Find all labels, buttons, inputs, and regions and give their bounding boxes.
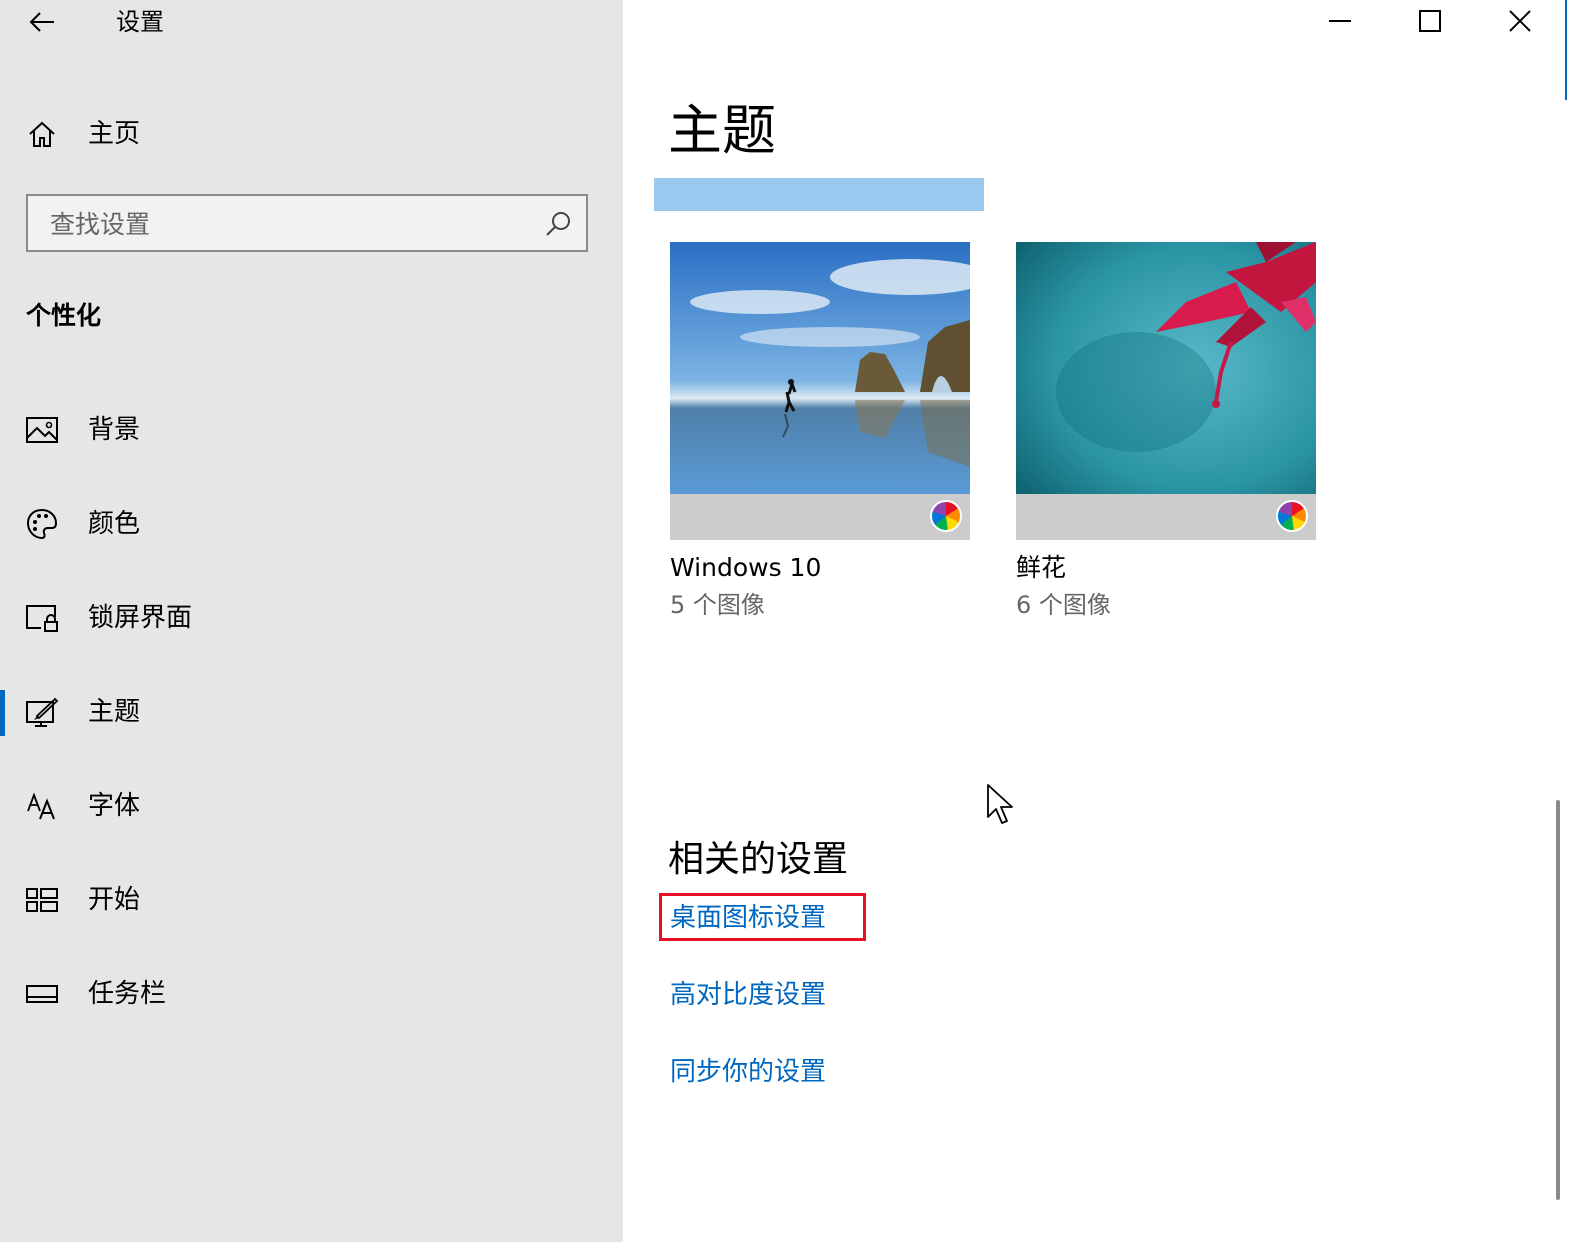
page-title: 主题: [668, 99, 776, 162]
sidebar-item-label: 锁屏界面: [88, 603, 193, 633]
home-icon: [24, 116, 60, 152]
palette-icon: [24, 506, 60, 542]
sidebar: 设置 主页 个性化 背景: [0, 0, 623, 1242]
scrollbar[interactable]: [1556, 800, 1560, 1200]
sidebar-item-label: 主题: [88, 697, 141, 727]
sidebar-item-label: 任务栏: [88, 979, 167, 1009]
section-title: 个性化: [26, 301, 102, 330]
app-title: 设置: [116, 8, 164, 36]
high-contrast-settings-link[interactable]: 高对比度设置: [670, 977, 826, 1013]
sync-settings-link[interactable]: 同步你的设置: [670, 1054, 826, 1090]
sidebar-item-lock-screen[interactable]: 锁屏界面: [0, 588, 623, 648]
sidebar-item-color[interactable]: 颜色: [0, 494, 623, 554]
lock-screen-icon: [24, 600, 60, 636]
theme-name: 鲜花: [1016, 553, 1067, 582]
theme-card-flowers[interactable]: 鲜花 6 个图像: [1016, 242, 1316, 620]
close-button[interactable]: [1475, 0, 1565, 42]
theme-icon: [24, 694, 60, 730]
sidebar-item-label: 主页: [88, 119, 141, 149]
apply-theme-selection[interactable]: [654, 178, 984, 211]
theme-name: Windows 10: [670, 553, 822, 582]
start-icon: [24, 882, 60, 918]
maximize-icon: [1419, 10, 1441, 32]
color-wheel-icon: [1276, 500, 1308, 532]
search-icon[interactable]: [544, 210, 572, 238]
back-arrow-icon: [29, 12, 54, 32]
theme-strip: [670, 494, 970, 540]
theme-image-count: 6 个图像: [1016, 591, 1111, 619]
minimize-button[interactable]: [1295, 0, 1385, 42]
minimize-icon: [1329, 20, 1351, 22]
mouse-cursor-icon: [987, 784, 1013, 824]
sidebar-item-background[interactable]: 背景: [0, 400, 623, 460]
sidebar-item-label: 背景: [88, 415, 141, 445]
theme-strip: [1016, 494, 1316, 540]
search-box: [26, 194, 588, 252]
window-edge: [1565, 0, 1567, 100]
font-icon: [24, 788, 60, 824]
sidebar-item-fonts[interactable]: 字体: [0, 776, 623, 836]
desktop-icon-settings-link[interactable]: 桌面图标设置: [670, 900, 826, 936]
color-wheel-icon: [930, 500, 962, 532]
sidebar-item-home[interactable]: 主页: [0, 108, 623, 160]
back-button[interactable]: [24, 4, 60, 40]
sidebar-item-theme[interactable]: 主题: [0, 682, 623, 742]
related-settings-title: 相关的设置: [668, 839, 849, 880]
theme-thumbnail: [1016, 242, 1316, 494]
theme-image-count: 5 个图像: [670, 591, 765, 619]
taskbar-icon: [24, 976, 60, 1012]
sidebar-item-label: 颜色: [88, 509, 141, 539]
sidebar-item-label: 字体: [88, 791, 141, 821]
theme-card-windows10[interactable]: Windows 10 5 个图像: [670, 242, 970, 620]
picture-icon: [24, 412, 60, 448]
sidebar-item-label: 开始: [88, 885, 141, 915]
theme-thumbnail: [670, 242, 970, 494]
maximize-button[interactable]: [1385, 0, 1475, 42]
search-input[interactable]: [48, 196, 552, 252]
sidebar-item-taskbar[interactable]: 任务栏: [0, 964, 623, 1024]
sidebar-item-start[interactable]: 开始: [0, 870, 623, 930]
close-icon: [1509, 10, 1531, 32]
